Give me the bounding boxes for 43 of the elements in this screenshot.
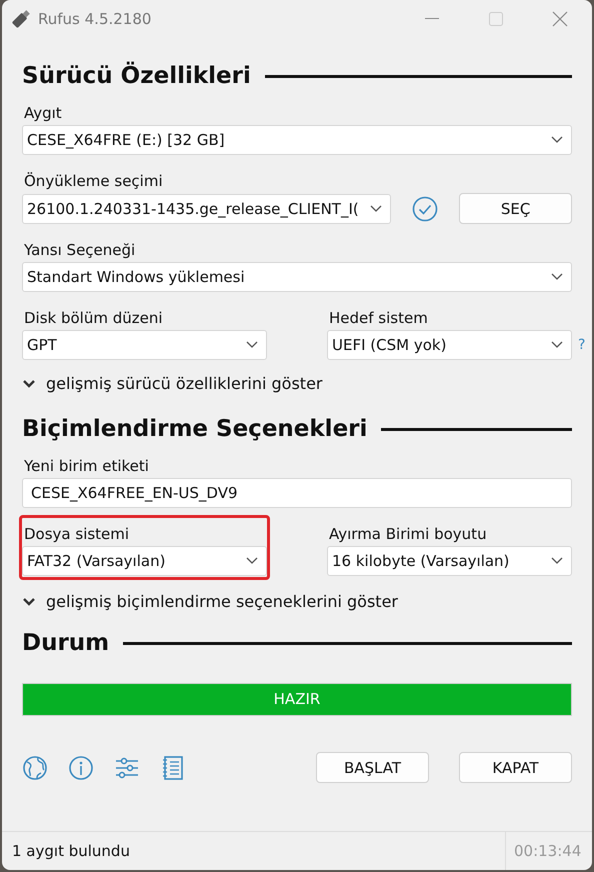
- field-label: Ayırma Birimi boyutu: [329, 525, 488, 543]
- elapsed-time: 00:13:44: [505, 832, 592, 870]
- field-label: Yansı Seçeneği: [24, 241, 136, 259]
- progress-label: HAZIR: [272, 690, 322, 708]
- usb-drive-icon: [10, 8, 32, 30]
- status-message: 1 aygıt bulundu: [11, 841, 131, 862]
- field-label: Disk bölüm düzeni: [24, 309, 164, 327]
- minimize-icon[interactable]: [425, 18, 439, 20]
- expand-toggle[interactable]: gelişmiş biçimlendirme seçeneklerini göster: [46, 592, 398, 611]
- dropdown[interactable]: 26100.1.240331-1435.ge_release_CLIENT_I(: [22, 194, 392, 224]
- dropdown[interactable]: GPT: [22, 330, 267, 360]
- field-label: Hedef sistem: [329, 309, 429, 327]
- window-title: Rufus 4.5.2180: [38, 10, 152, 28]
- chevron-down-icon[interactable]: [22, 378, 36, 388]
- dropdown[interactable]: Standart Windows yüklemesi: [22, 262, 572, 292]
- chevron-down-icon[interactable]: [22, 596, 36, 606]
- info-icon[interactable]: [68, 754, 94, 780]
- dropdown[interactable]: UEFI (CSM yok): [327, 330, 572, 360]
- notebook-icon[interactable]: [160, 754, 186, 780]
- globe-icon[interactable]: [22, 754, 48, 780]
- close-icon[interactable]: [552, 11, 568, 27]
- dropdown[interactable]: FAT32 (Varsayılan): [22, 546, 267, 576]
- input-field[interactable]: CESE_X64FREE_EN-US_DV9: [22, 478, 572, 508]
- section-heading: Durum: [22, 630, 110, 656]
- dropdown[interactable]: CESE_X64FRE (E:) [32 GB]: [22, 125, 572, 155]
- chevron-down-icon: [246, 557, 258, 565]
- chevron-down-icon: [370, 204, 382, 212]
- select-button[interactable]: SEÇ: [459, 193, 572, 224]
- field-label: Dosya sistemi: [24, 525, 130, 543]
- close-app-button[interactable]: KAPAT: [459, 752, 572, 783]
- chevron-down-icon: [551, 136, 563, 144]
- field-label: Önyükleme seçimi: [24, 172, 164, 190]
- expand-toggle[interactable]: gelişmiş sürücü özelliklerini göster: [46, 374, 322, 393]
- chevron-down-icon: [551, 557, 563, 565]
- dropdown[interactable]: 16 kilobyte (Varsayılan): [327, 546, 572, 576]
- field-label: Aygıt: [24, 104, 63, 122]
- section-heading: Sürücü Özellikleri: [22, 63, 251, 89]
- chevron-down-icon: [246, 341, 258, 349]
- chevron-down-icon: [551, 273, 563, 281]
- section-heading: Biçimlendirme Seçenekleri: [22, 416, 368, 442]
- chevron-down-icon: [551, 341, 563, 349]
- start-button[interactable]: BAŞLAT: [316, 752, 429, 783]
- field-label: Yeni birim etiketi: [24, 457, 150, 475]
